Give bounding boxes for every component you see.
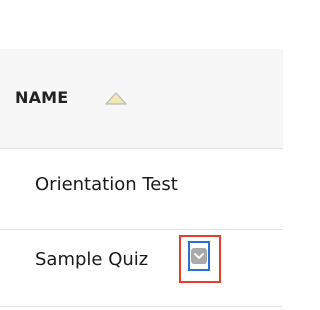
toolbar-area [0,0,283,49]
row-name-link[interactable]: Sample Quiz [35,248,186,272]
table-row: Orientation Test [0,149,283,229]
row-name-link[interactable]: Orientation Test [35,174,178,195]
item-options-button[interactable] [179,235,221,283]
sort-ascending-icon[interactable] [104,90,128,106]
options-focus-ring [188,241,210,271]
chevron-down-icon[interactable] [191,248,207,264]
column-header-name[interactable]: NAME [15,88,68,107]
row-name-clip: Sample Quiz [35,248,186,278]
